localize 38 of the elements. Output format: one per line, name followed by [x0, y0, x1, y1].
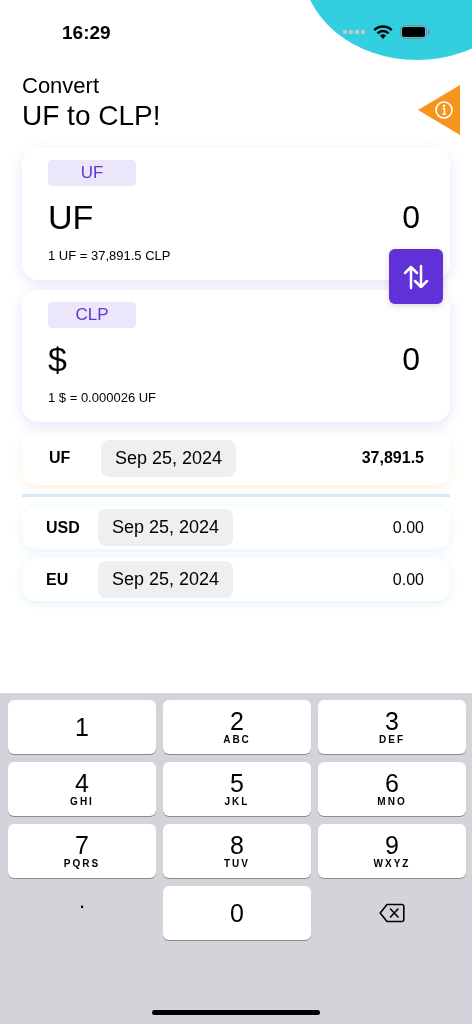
backspace-icon — [379, 903, 405, 923]
currency-code: UF — [49, 449, 72, 467]
decimal-key[interactable]: . — [8, 886, 156, 940]
currency-tag: UF — [48, 160, 136, 186]
rate-text: 1 $ = 0.000026 UF — [48, 390, 158, 405]
header-subtitle: Convert — [22, 73, 100, 99]
wifi-icon — [373, 24, 393, 40]
date-picker[interactable]: Sep 25, 2024 — [101, 439, 237, 477]
keypad-key[interactable]: 8 TUV — [163, 824, 311, 878]
status-time: 16:29 — [62, 22, 111, 44]
keypad-key[interactable]: 5 JKL — [163, 762, 311, 816]
signal-icon — [342, 29, 366, 35]
keypad-key[interactable]: 6 MNO — [318, 762, 466, 816]
currency-symbol: UF — [48, 197, 94, 237]
currency-tag: CLP — [48, 302, 136, 328]
swap-icon — [402, 262, 430, 291]
keypad-key[interactable]: 2 ABC — [163, 700, 311, 754]
keypad-key[interactable]: 1 — [8, 700, 156, 754]
currency-symbol: $ — [48, 339, 67, 379]
rate-value: 0.00 — [392, 518, 424, 537]
header-title: UF to CLP! — [22, 99, 161, 133]
keypad-key[interactable]: 7 PQRS — [8, 824, 156, 878]
date-picker[interactable]: Sep 25, 2024 — [98, 561, 234, 598]
amount-field[interactable]: 0 — [402, 198, 420, 236]
rate-value: 0.00 — [392, 570, 424, 589]
rate-value: 37,891.5 — [361, 449, 424, 467]
keypad-key[interactable]: 3 DEF — [318, 700, 466, 754]
amount-field[interactable]: 0 — [402, 340, 420, 378]
keypad-key[interactable]: 0 — [163, 886, 311, 940]
info-button[interactable] — [418, 85, 460, 135]
keypad-key[interactable]: 9 WXYZ — [318, 824, 466, 878]
currency-code: EU — [46, 570, 70, 589]
swap-button[interactable] — [389, 249, 443, 304]
date-picker[interactable]: Sep 25, 2024 — [98, 509, 234, 546]
currency-code: USD — [46, 518, 81, 537]
battery-icon — [400, 25, 430, 39]
keypad-key[interactable]: 4 GHI — [8, 762, 156, 816]
rate-text: 1 UF = 37,891.5 CLP — [48, 248, 172, 263]
